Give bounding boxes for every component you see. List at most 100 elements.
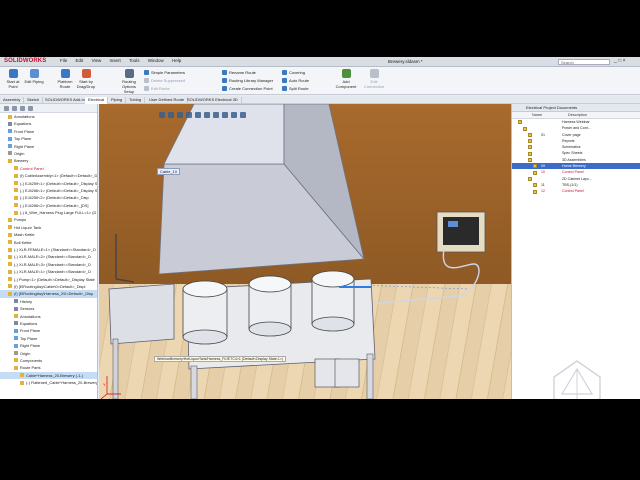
tree-node-icon: [14, 321, 18, 326]
tree-item[interactable]: (f) [ElRoutingAsy\Harness_2\0<Default>_D…: [0, 290, 97, 298]
tab-add-ins[interactable]: SOLIDWORKS Add-Ins: [42, 97, 91, 104]
brewery-model: [100, 104, 486, 399]
tree-item[interactable]: Origin: [0, 150, 97, 157]
tree-item-label: Components: [20, 357, 43, 363]
tree-item[interactable]: Hot Liquor Tank: [0, 224, 97, 231]
tree-item[interactable]: (f) [ElRoutingAsy\Cable\0<Default>_Displ: [0, 283, 97, 290]
tree-item[interactable]: Mash Kettle: [0, 231, 97, 238]
tree-item[interactable]: (-) Flattened_Cable^Harness_20-Brewery: [0, 379, 97, 386]
tree-item[interactable]: Annotations: [0, 113, 97, 120]
ribbon-routing-library-manager[interactable]: Routing Library Manager: [222, 78, 273, 83]
zoom-fit-icon[interactable]: [159, 112, 165, 118]
appearance-icon[interactable]: [222, 112, 228, 118]
tree-item[interactable]: Front Plane: [0, 327, 97, 334]
menu-file[interactable]: File: [60, 58, 67, 63]
tree-item[interactable]: History: [0, 298, 97, 305]
tree-item[interactable]: Pumps: [0, 216, 97, 223]
tree-node-icon: [14, 314, 18, 319]
tree-item[interactable]: Components: [0, 357, 97, 364]
tree-item[interactable]: Brewery: [0, 157, 97, 164]
tab-sketch[interactable]: Sketch: [24, 97, 44, 104]
ribbon-button-add-component[interactable]: Add Component: [334, 69, 358, 89]
tree-item[interactable]: Right Plane: [0, 143, 97, 150]
tree-item[interactable]: (-) XLR-MALE<3> (Standard<<Standard>_D: [0, 261, 97, 268]
window-controls[interactable]: _ □ ×: [614, 58, 626, 64]
tree-item[interactable]: (-) EJ4259<2> (Default<<Default>_Disp: [0, 194, 97, 201]
menu-window[interactable]: Window: [148, 58, 164, 63]
tree-item-label: (f) [ElRoutingAsy\Harness_2\0<Default>_D…: [14, 291, 94, 297]
configuration-manager-icon[interactable]: [20, 106, 25, 111]
view-orientation-icon[interactable]: [195, 112, 201, 118]
tree-item[interactable]: Route Parts: [0, 364, 97, 371]
tree-item[interactable]: Origin: [0, 350, 97, 357]
scene-icon[interactable]: [231, 112, 237, 118]
project-row[interactable]: 12 Control Panel: [512, 188, 640, 194]
project-panel-columns: Name Description: [512, 112, 640, 119]
ribbon-button-platform-route[interactable]: Platform Route: [56, 69, 74, 89]
tree-item[interactable]: Annotations: [0, 313, 97, 320]
feature-manager-icon[interactable]: [4, 106, 9, 111]
tree-item[interactable]: (-) XLR-MALE<1> (Standard<<Standard>_D: [0, 268, 97, 275]
menu-insert[interactable]: Insert: [110, 58, 121, 63]
tree-item[interactable]: (f) CableAssembly<1> (Default<<Default>_…: [0, 172, 97, 179]
tab-electrical[interactable]: Electrical: [85, 97, 109, 104]
tree-item[interactable]: Control Panel: [0, 165, 97, 172]
tree-item[interactable]: Sensors: [0, 305, 97, 312]
ribbon-button-edit-piping[interactable]: Edit Piping: [24, 69, 44, 84]
tree-item-label: Equations: [20, 320, 38, 326]
menu-view[interactable]: View: [92, 58, 102, 63]
tree-item[interactable]: Top Plane: [0, 135, 97, 142]
ribbon-rename-route[interactable]: Rename Route: [222, 70, 256, 75]
graphics-viewport[interactable]: Cable_10 WebinarBrewery/HotLiquorTank/Ha…: [99, 104, 511, 399]
tree-item[interactable]: (-) 8_Wire_Harness Plug Large FULL<1> (D: [0, 209, 97, 216]
tree-item-label: Right Plane: [14, 143, 35, 149]
ribbon-simple-parameters[interactable]: Simple Parameters: [144, 70, 185, 75]
tree-item[interactable]: Boil Kettle: [0, 239, 97, 246]
tree-item[interactable]: (-) XLR-FEMALE<1> (Standard<<Standard>_D: [0, 246, 97, 253]
search-input[interactable]: Search: [558, 59, 610, 65]
tab-piping[interactable]: Piping: [108, 97, 127, 104]
section-view-icon[interactable]: [186, 112, 192, 118]
tab-electrical-3d[interactable]: SOLIDWORKS Electrical 3D: [184, 97, 242, 104]
ribbon-split-route[interactable]: Split Route: [282, 86, 309, 91]
property-manager-icon[interactable]: [12, 106, 17, 111]
tab-assembly[interactable]: Assembly: [0, 97, 25, 104]
tree-item[interactable]: Front Plane: [0, 128, 97, 135]
display-style-icon[interactable]: [204, 112, 210, 118]
tree-item[interactable]: (-) EJ4266<1> (Default<<Default>_Display…: [0, 187, 97, 194]
ribbon-button-start-drag-drop[interactable]: Start by Drag/Drop: [76, 69, 96, 89]
ribbon-button-edit-connection[interactable]: Edit Connection: [362, 69, 386, 89]
ribbon-auto-route[interactable]: Auto Route: [282, 78, 309, 83]
hide-show-icon[interactable]: [213, 112, 219, 118]
zoom-area-icon[interactable]: [168, 112, 174, 118]
previous-view-icon[interactable]: [177, 112, 183, 118]
tree-item[interactable]: Equations: [0, 120, 97, 127]
column-name[interactable]: Name: [532, 112, 542, 119]
dimxpert-icon[interactable]: [28, 106, 33, 111]
tab-tubing[interactable]: Tubing: [126, 97, 146, 104]
ribbon-button-routing-options[interactable]: Routing Options Setup: [118, 69, 140, 94]
tree-item[interactable]: Top Plane: [0, 335, 97, 342]
ribbon-create-connection-point[interactable]: Create Connection Point: [222, 86, 273, 91]
menu-help[interactable]: Help: [172, 58, 181, 63]
menu-edit[interactable]: Edit: [76, 58, 84, 63]
ribbon-edit-route[interactable]: Edit Route: [144, 86, 170, 91]
tab-user-defined-route[interactable]: User Defined Route: [146, 97, 189, 104]
tree-item[interactable]: (-) XLR-MALE<2> (Standard<<Standard>_D: [0, 253, 97, 260]
document-title: Brewery.sldasm *: [388, 59, 423, 64]
tree-item[interactable]: Cable^Harness_20-Brewery (-1-): [0, 371, 97, 380]
tree-item[interactable]: (-) EJ4266<2> (Default<<Default>_[DS]: [0, 202, 97, 209]
column-description[interactable]: Description: [568, 112, 587, 119]
tree-item[interactable]: (-) Pump<1> (Default<<Default>_Display S…: [0, 276, 97, 283]
tree-item[interactable]: Equations: [0, 320, 97, 327]
folder-icon: [533, 170, 537, 175]
tree-item[interactable]: (-) EJ4259<1> (Default<<Default>_Display…: [0, 180, 97, 187]
ribbon-button-start-at-point[interactable]: Start at Point: [4, 69, 22, 89]
ribbon-delete-suppressed[interactable]: Delete Suppressed: [144, 78, 185, 83]
tree-item[interactable]: Right Plane: [0, 342, 97, 349]
folder-icon: [528, 151, 532, 156]
menu-tools[interactable]: Tools: [129, 58, 140, 63]
view-settings-icon[interactable]: [240, 112, 246, 118]
ribbon-covering[interactable]: Covering: [282, 70, 305, 75]
tree-item-label: Control Panel: [20, 165, 44, 171]
